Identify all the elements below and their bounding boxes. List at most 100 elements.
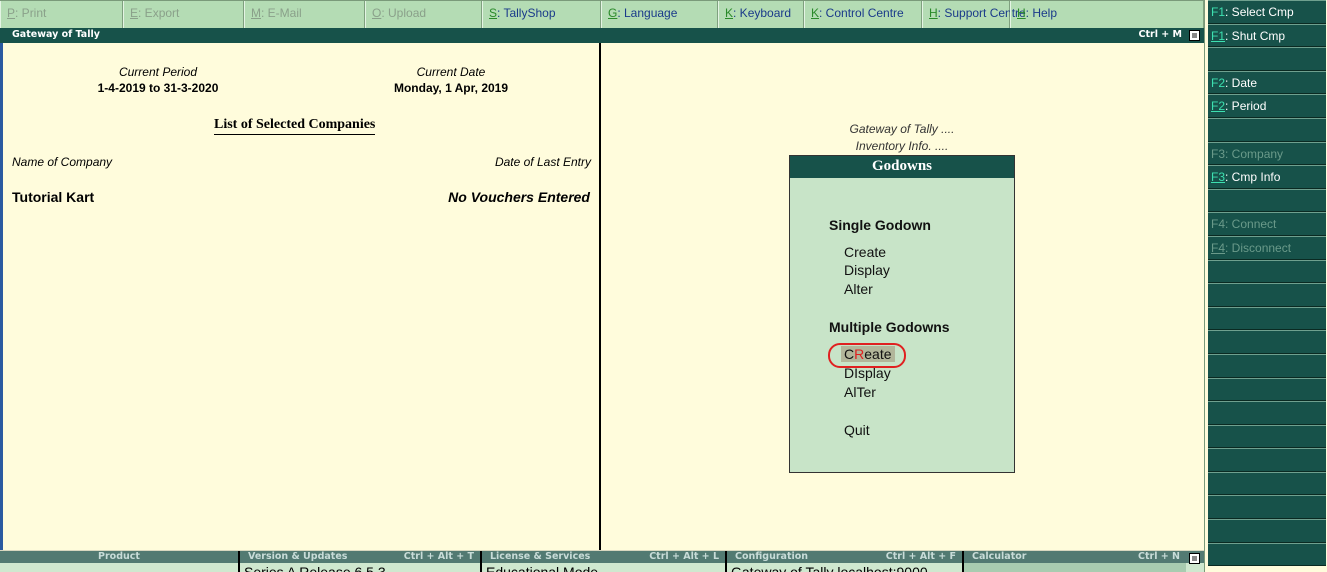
sidebar-button-empty — [1208, 306, 1326, 331]
language-button[interactable]: G: Language — [601, 1, 718, 29]
function-key-sidebar: F1: Select Cmp F1: Shut Cmp F2: Date F2: Pe… — [1204, 0, 1327, 572]
sidebar-button-shut-cmp[interactable]: F1: Shut Cmp — [1208, 23, 1326, 48]
section-single-godown: Single Godown — [829, 217, 931, 233]
shortcut-key: F1 — [1211, 5, 1226, 19]
company-info-pane: Current Period 1-4-2019 to 31-3-2020 Cur… — [0, 43, 601, 550]
sidebar-button-select-cmp[interactable]: F1: Select Cmp — [1208, 0, 1326, 24]
upload-button[interactable]: O: Upload — [365, 1, 482, 29]
version-value: Series A Release 6.5.3 — [240, 563, 482, 572]
shortcut-key: F1 — [1211, 28, 1226, 43]
shortcut-key: E — [130, 6, 139, 20]
shortcut-key: S — [489, 6, 498, 20]
menu-item-quit[interactable]: Quit — [844, 422, 870, 438]
product-logo — [0, 563, 240, 572]
button-label: : Select Cmp — [1225, 5, 1294, 19]
shortcut-key: F2 — [1211, 75, 1226, 90]
menu-title: Godowns — [790, 156, 1014, 178]
sidebar-button-empty — [1208, 401, 1326, 425]
column-header-date: Date of Last Entry — [494, 155, 591, 169]
shortcut-key: F4 — [1211, 217, 1226, 232]
calculator-value[interactable] — [964, 563, 1186, 572]
version-header[interactable]: Version & Updates Ctrl + Alt + T — [240, 551, 482, 563]
sidebar-button-empty — [1208, 283, 1326, 307]
sidebar-button-disconnect[interactable]: F4: Disconnect — [1208, 235, 1326, 260]
button-label: : Upload — [381, 6, 427, 20]
sidebar-button-empty — [1208, 542, 1326, 567]
menu-item-multiple-alter[interactable]: AlTer — [844, 384, 876, 400]
sidebar-button-cmp-info[interactable]: F3: Cmp Info — [1208, 165, 1326, 189]
current-date-value[interactable]: Monday, 1 Apr, 2019 — [361, 81, 541, 95]
button-label: : Company — [1225, 146, 1284, 161]
section-multiple-godowns: Multiple Godowns — [829, 319, 950, 335]
menu-pane: Gateway of Tally .... Inventory Info. ..… — [603, 43, 1203, 550]
sidebar-button-company[interactable]: F3: Company — [1208, 141, 1326, 166]
sidebar-button-empty — [1208, 495, 1326, 520]
shortcut-key: F3 — [1211, 146, 1226, 161]
top-button-bar: P: Print E: Export M: E-Mail O: Upload S… — [0, 0, 1204, 29]
button-label: : Keyboard — [733, 6, 792, 20]
button-label: : Language — [617, 6, 678, 20]
button-label: : Cmp Info — [1225, 170, 1281, 185]
calculator-header[interactable]: Calculator Ctrl + N — [964, 551, 1186, 563]
button-label: : Shut Cmp — [1225, 28, 1286, 43]
window-title: Gateway of Tally — [12, 29, 100, 40]
shortcut-key: H — [929, 6, 938, 20]
shortcut-key: M — [251, 6, 261, 20]
sidebar-button-connect[interactable]: F4: Connect — [1208, 212, 1326, 236]
control-centre-button[interactable]: K: Control Centre — [804, 1, 922, 29]
print-button[interactable]: P: Print — [0, 1, 123, 29]
sidebar-button-empty — [1208, 377, 1326, 402]
shortcut-key: H — [1017, 6, 1026, 20]
product-header: Product — [0, 551, 240, 563]
support-centre-button[interactable]: H: Support Centre — [922, 1, 1026, 29]
title-bar: Gateway of Tally Ctrl + M — [0, 28, 1204, 43]
sidebar-button-empty — [1208, 448, 1326, 472]
shortcut-key: P — [7, 6, 16, 20]
shortcut-key: K — [725, 6, 734, 20]
button-label: : E-Mail — [261, 6, 302, 20]
shortcut-key: F4 — [1211, 240, 1226, 255]
sidebar-button-empty — [1208, 47, 1326, 71]
configuration-header[interactable]: Configuration Ctrl + Alt + F — [727, 551, 964, 563]
breadcrumb-inventory: Inventory Info. .... — [855, 139, 949, 153]
export-button[interactable]: E: Export — [123, 1, 244, 29]
status-bar-headers: Product Version & Updates Ctrl + Alt + T … — [0, 550, 1204, 563]
sidebar-button-period[interactable]: F2: Period — [1208, 94, 1326, 118]
license-value: Educational Mode — [482, 563, 727, 572]
minimize-icon[interactable] — [1189, 30, 1200, 41]
keyboard-button[interactable]: K: Keyboard — [718, 1, 804, 29]
breadcrumb-gateway: Gateway of Tally .... — [849, 122, 955, 136]
column-header-name: Name of Company — [12, 155, 113, 169]
menu-item-multiple-display[interactable]: DIsplay — [844, 365, 891, 381]
menu-item-single-display[interactable]: Display — [844, 262, 890, 278]
status-bar: Product Version & Updates Ctrl + Alt + T … — [0, 550, 1204, 572]
button-label: : Period — [1225, 99, 1267, 114]
current-date-label: Current Date — [416, 65, 486, 79]
tallyshop-button[interactable]: S: TallyShop — [482, 1, 601, 29]
button-label: : Disconnect — [1225, 240, 1292, 255]
license-header[interactable]: License & Services Ctrl + Alt + L — [482, 551, 727, 563]
list-title: List of Selected Companies — [214, 117, 376, 135]
sidebar-button-empty — [1208, 259, 1326, 284]
shortcut-key: F2 — [1211, 99, 1226, 114]
button-label: : Date — [1225, 75, 1258, 90]
shortcut-key: O — [372, 6, 382, 20]
email-button[interactable]: M: E-Mail — [244, 1, 365, 29]
menu-item-single-create[interactable]: Create — [844, 244, 886, 260]
current-period-label: Current Period — [118, 65, 198, 79]
shortcut-key: F3 — [1211, 170, 1226, 185]
current-period-value[interactable]: 1-4-2019 to 31-3-2020 — [73, 81, 243, 95]
shortcut-key: K — [811, 6, 820, 20]
button-label: : Print — [15, 6, 47, 20]
shortcut-key: G — [608, 6, 618, 20]
button-label: : Connect — [1225, 217, 1277, 232]
button-label: : Help — [1025, 6, 1058, 20]
sidebar-button-empty — [1208, 519, 1326, 543]
menu-item-single-alter[interactable]: Alter — [844, 281, 873, 297]
help-button[interactable]: H: Help — [1010, 1, 1204, 29]
configuration-value: Gateway of Tally localhost:9000 — [727, 563, 964, 572]
company-name[interactable]: Tutorial Kart — [12, 189, 94, 205]
minimize-icon[interactable] — [1189, 553, 1200, 564]
minimize-shortcut: Ctrl + M — [1138, 29, 1182, 40]
sidebar-button-date[interactable]: F2: Date — [1208, 70, 1326, 95]
